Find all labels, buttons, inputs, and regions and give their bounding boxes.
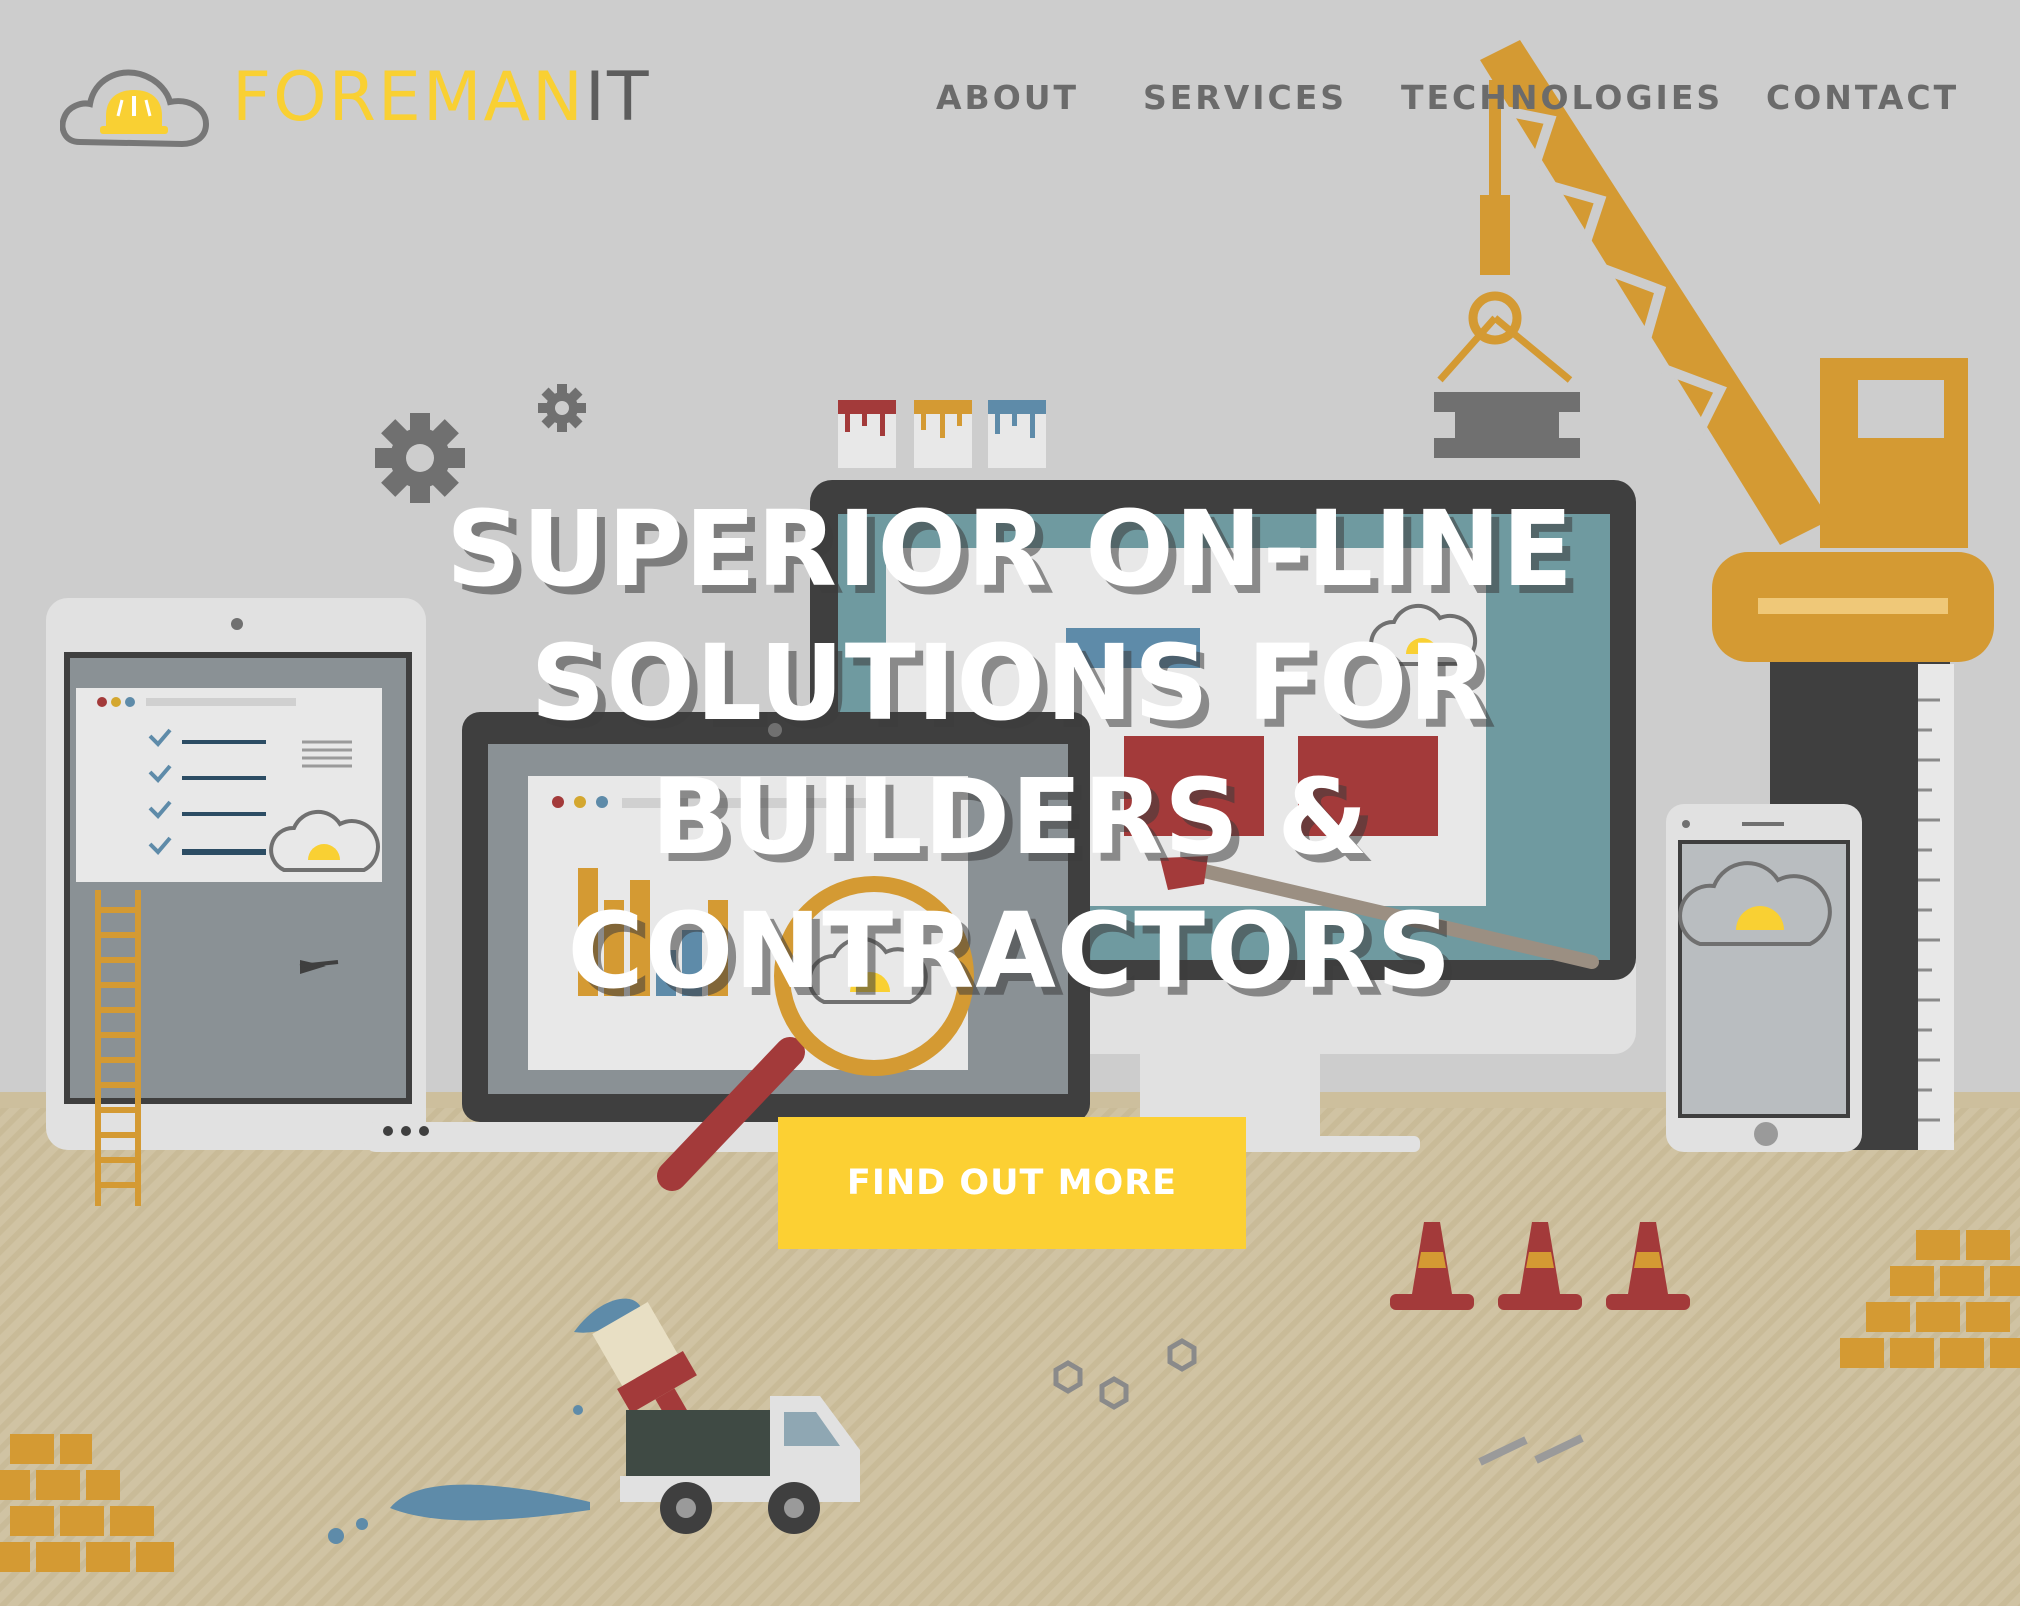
nav-item-technologies[interactable]: TECHNOLOGIES <box>1401 78 1723 117</box>
smartphone-icon <box>1666 804 1862 1152</box>
paint-bucket-icon <box>988 400 1046 468</box>
ruler-icon <box>1918 664 1954 1150</box>
hero-headline-line: BUILDERS & <box>651 756 1369 878</box>
hero-headline-line: CONTRACTORS <box>567 890 1453 1012</box>
hero-headline: SUPERIOR ON-LINE SOLUTIONS FOR BUILDERS … <box>330 482 1690 1018</box>
hero-headline-line: SUPERIOR ON-LINE <box>446 488 1574 610</box>
hero-content: SUPERIOR ON-LINE SOLUTIONS FOR BUILDERS … <box>330 482 1690 1018</box>
gear-icon <box>538 384 586 432</box>
hero-section: FOREMANIT ABOUT SERVICES TECHNOLOGIES CO… <box>0 0 2020 1606</box>
main-nav: ABOUT SERVICES TECHNOLOGIES CONTACT <box>0 78 2020 118</box>
paint-bucket-icon <box>914 400 972 468</box>
nav-item-about[interactable]: ABOUT <box>936 78 1079 117</box>
nav-item-contact[interactable]: CONTACT <box>1766 78 1959 117</box>
find-out-more-button[interactable]: FIND OUT MORE <box>778 1117 1246 1249</box>
hero-headline-line: SOLUTIONS FOR <box>530 622 1490 744</box>
paint-bucket-icon <box>838 400 896 468</box>
find-out-more-label: FIND OUT MORE <box>846 1163 1178 1203</box>
nav-item-services[interactable]: SERVICES <box>1143 78 1347 117</box>
